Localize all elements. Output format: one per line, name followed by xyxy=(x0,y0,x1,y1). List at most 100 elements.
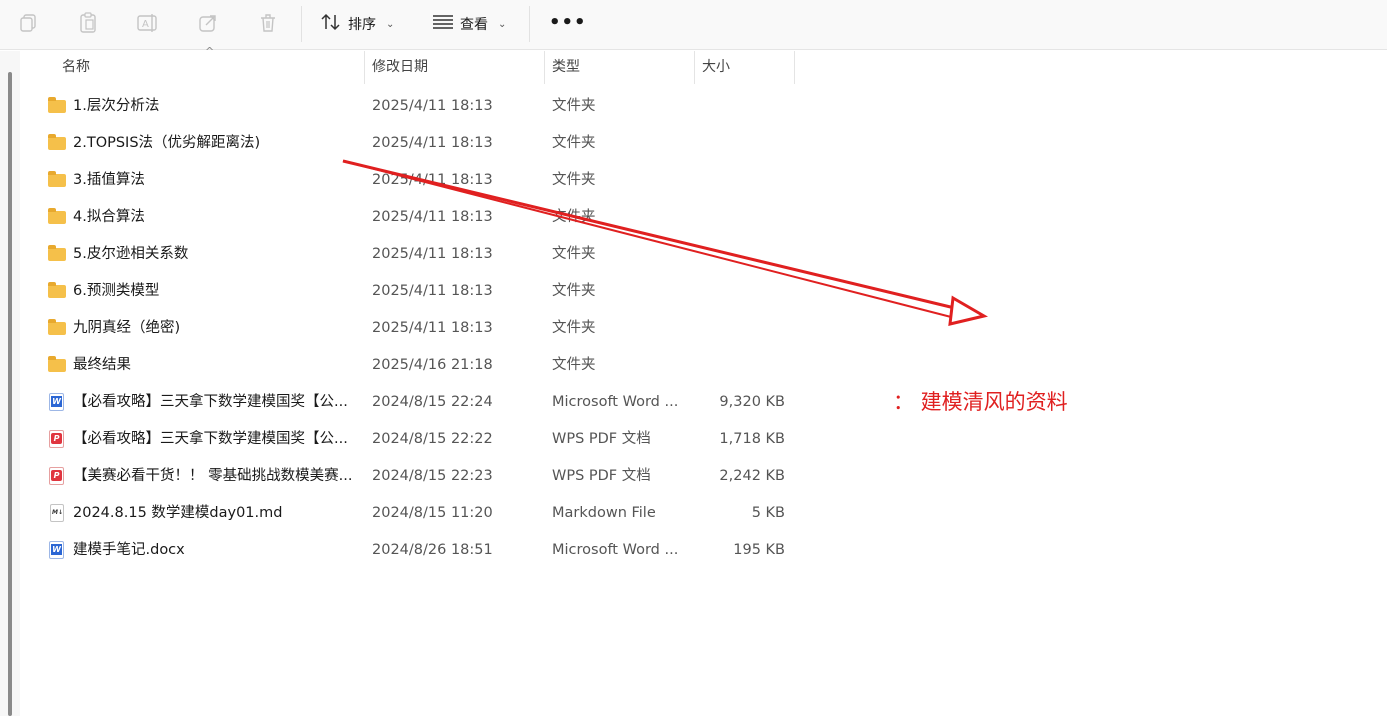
column-divider[interactable] xyxy=(794,51,795,84)
file-type: 文件夹 xyxy=(552,246,596,262)
column-header: ^ 名称 修改日期 类型 大小 xyxy=(20,45,795,84)
file-date: 2025/4/16 21:18 xyxy=(372,357,493,373)
column-divider[interactable] xyxy=(544,51,545,84)
more-options-button[interactable]: ••• xyxy=(549,12,587,33)
file-type: Microsoft Word ... xyxy=(552,542,679,558)
copy-icon[interactable] xyxy=(17,11,39,35)
file-name: 4.拟合算法 xyxy=(73,209,145,225)
pdf-icon: P xyxy=(48,467,66,485)
file-type: Markdown File xyxy=(552,505,656,521)
column-type[interactable]: 类型 xyxy=(552,51,580,84)
file-date: 2024/8/15 22:23 xyxy=(372,468,493,484)
file-name: 【必看攻略】三天拿下数学建模国奖【公... xyxy=(73,394,348,410)
file-size: 2,242 KB xyxy=(719,468,785,484)
file-row[interactable]: P 【美赛必看干货！！ 零基础挑战数模美赛... 2024/8/15 22:23… xyxy=(20,458,820,495)
rename-icon[interactable]: A xyxy=(137,11,159,35)
annotation-text: ： 建模清风的资料 xyxy=(893,390,1068,414)
column-divider[interactable] xyxy=(364,51,365,84)
pane-scrollbar[interactable] xyxy=(8,72,12,716)
file-type: Microsoft Word ... xyxy=(552,394,679,410)
file-size: 195 KB xyxy=(733,542,785,558)
file-type: WPS PDF 文档 xyxy=(552,468,651,484)
file-date: 2024/8/15 11:20 xyxy=(372,505,493,521)
file-row[interactable]: W 【必看攻略】三天拿下数学建模国奖【公... 2024/8/15 22:24 … xyxy=(20,384,820,421)
file-type: 文件夹 xyxy=(552,135,596,151)
file-row[interactable]: 最终结果 2025/4/16 21:18 文件夹 xyxy=(20,347,820,384)
file-name: 建模手笔记.docx xyxy=(73,542,185,558)
file-date: 2025/4/11 18:13 xyxy=(372,283,493,299)
file-type: 文件夹 xyxy=(552,283,596,299)
file-row[interactable]: P 【必看攻略】三天拿下数学建模国奖【公... 2024/8/15 22:22 … xyxy=(20,421,820,458)
sort-icon xyxy=(320,13,342,35)
file-name: 【必看攻略】三天拿下数学建模国奖【公... xyxy=(73,431,348,447)
file-row[interactable]: 九阴真经（绝密) 2025/4/11 18:13 文件夹 xyxy=(20,310,820,347)
chevron-down-icon: ⌄ xyxy=(386,18,395,30)
sort-label: 排序 xyxy=(348,17,376,33)
file-size: 1,718 KB xyxy=(719,431,785,447)
toolbar-separator xyxy=(301,6,302,42)
file-type: WPS PDF 文档 xyxy=(552,431,651,447)
folder-icon xyxy=(48,171,66,189)
toolbar-separator xyxy=(529,6,530,42)
chevron-down-icon: ⌄ xyxy=(498,18,507,30)
file-size: 5 KB xyxy=(751,505,785,521)
delete-icon[interactable] xyxy=(257,11,279,35)
file-name: 3.插值算法 xyxy=(73,172,145,188)
word-icon: W xyxy=(48,393,66,411)
file-type: 文件夹 xyxy=(552,209,596,225)
file-type: 文件夹 xyxy=(552,320,596,336)
file-date: 2024/8/15 22:24 xyxy=(372,394,493,410)
view-icon xyxy=(432,14,454,34)
file-row[interactable]: 5.皮尔逊相关系数 2025/4/11 18:13 文件夹 xyxy=(20,236,820,273)
file-date: 2025/4/11 18:13 xyxy=(372,172,493,188)
file-date: 2024/8/26 18:51 xyxy=(372,542,493,558)
file-list: 1.层次分析法 2025/4/11 18:13 文件夹 2.TOPSIS法（优劣… xyxy=(20,88,820,569)
folder-icon xyxy=(48,356,66,374)
file-name: 最终结果 xyxy=(73,357,131,373)
file-type: 文件夹 xyxy=(552,98,596,114)
file-row[interactable]: 4.拟合算法 2025/4/11 18:13 文件夹 xyxy=(20,199,820,236)
file-date: 2025/4/11 18:13 xyxy=(372,209,493,225)
file-name: 5.皮尔逊相关系数 xyxy=(73,246,189,262)
file-type: 文件夹 xyxy=(552,172,596,188)
file-name: 2.TOPSIS法（优劣解距离法) xyxy=(73,135,261,151)
folder-icon xyxy=(48,97,66,115)
column-name[interactable]: 名称 xyxy=(62,51,90,84)
share-icon[interactable] xyxy=(197,11,219,35)
pdf-icon: P xyxy=(48,430,66,448)
markdown-icon: M↓ xyxy=(48,504,66,522)
file-name: 【美赛必看干货！！ 零基础挑战数模美赛... xyxy=(73,468,353,484)
file-row[interactable]: 6.预测类模型 2025/4/11 18:13 文件夹 xyxy=(20,273,820,310)
file-date: 2024/8/15 22:22 xyxy=(372,431,493,447)
file-name: 九阴真经（绝密) xyxy=(73,320,181,336)
sort-button[interactable]: 排序 ⌄ xyxy=(320,10,394,38)
sort-ascending-icon: ^ xyxy=(205,45,215,58)
file-date: 2025/4/11 18:13 xyxy=(372,135,493,151)
paste-icon[interactable] xyxy=(77,11,99,35)
word-icon: W xyxy=(48,541,66,559)
column-size[interactable]: 大小 xyxy=(702,51,730,84)
folder-icon xyxy=(48,208,66,226)
folder-icon xyxy=(48,319,66,337)
file-row[interactable]: M↓ 2024.8.15 数学建模day01.md 2024/8/15 11:2… xyxy=(20,495,820,532)
svg-text:A: A xyxy=(142,19,149,30)
file-name: 2024.8.15 数学建模day01.md xyxy=(73,505,283,521)
file-row[interactable]: W 建模手笔记.docx 2024/8/26 18:51 Microsoft W… xyxy=(20,532,820,569)
view-button[interactable]: 查看 ⌄ xyxy=(432,10,506,38)
command-bar: A 排序 ⌄ 查看 ⌄ ••• xyxy=(0,0,1387,50)
folder-icon xyxy=(48,134,66,152)
file-date: 2025/4/11 18:13 xyxy=(372,320,493,336)
file-name: 1.层次分析法 xyxy=(73,98,160,114)
file-date: 2025/4/11 18:13 xyxy=(372,98,493,114)
file-date: 2025/4/11 18:13 xyxy=(372,246,493,262)
file-row[interactable]: 2.TOPSIS法（优劣解距离法) 2025/4/11 18:13 文件夹 xyxy=(20,125,820,162)
view-label: 查看 xyxy=(460,17,488,33)
file-row[interactable]: 3.插值算法 2025/4/11 18:13 文件夹 xyxy=(20,162,820,199)
file-name: 6.预测类模型 xyxy=(73,283,160,299)
file-size: 9,320 KB xyxy=(719,394,785,410)
folder-icon xyxy=(48,245,66,263)
column-divider[interactable] xyxy=(694,51,695,84)
file-type: 文件夹 xyxy=(552,357,596,373)
column-date[interactable]: 修改日期 xyxy=(372,51,428,84)
file-row[interactable]: 1.层次分析法 2025/4/11 18:13 文件夹 xyxy=(20,88,820,125)
